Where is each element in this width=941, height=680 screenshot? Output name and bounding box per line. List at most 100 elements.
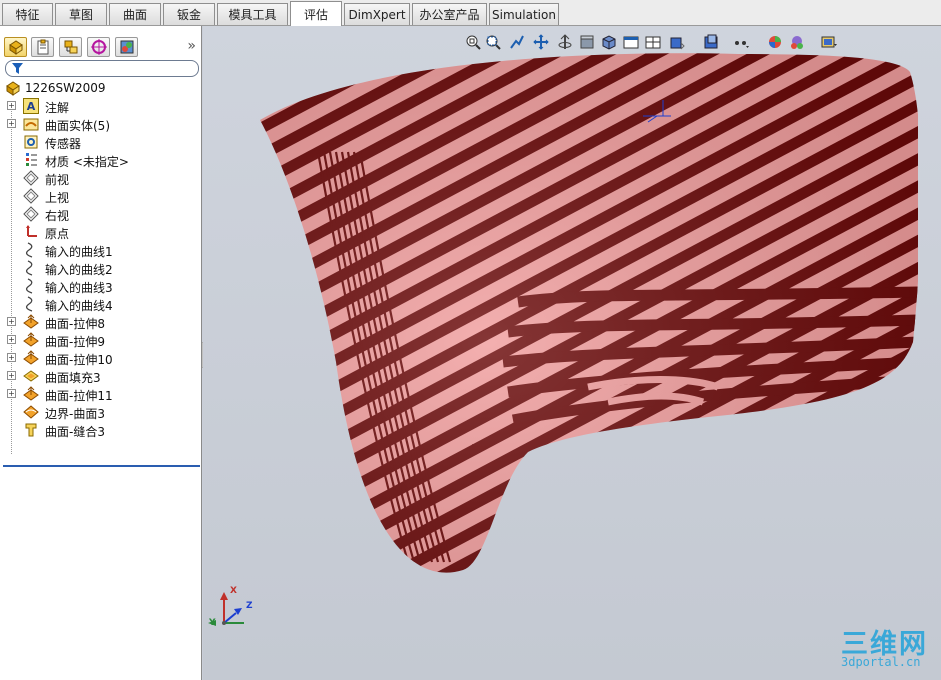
panel-expand-button[interactable]: » xyxy=(187,38,196,54)
part-icon xyxy=(6,81,20,96)
curve-icon xyxy=(23,278,39,294)
triad-z-label: Z xyxy=(246,601,253,611)
zebra-stripe-surface-model[interactable] xyxy=(258,42,918,587)
tab-dimxpert[interactable]: DimXpert xyxy=(344,3,410,25)
tree-item-surface-fill-3[interactable]: + 曲面填充3 xyxy=(0,367,200,385)
tab-features[interactable]: 特征 xyxy=(2,3,53,25)
dimxpertmanager-tab[interactable] xyxy=(87,37,110,57)
tree-item-origin[interactable]: 原点 xyxy=(0,223,200,241)
tree-item-label: 前视 xyxy=(45,173,70,187)
expand-toggle[interactable]: + xyxy=(7,101,16,110)
tree-item-knit-surface-3[interactable]: 曲面-缝合3 xyxy=(0,421,200,439)
tree-item-label: 输入的曲线1 xyxy=(45,245,113,259)
material-icon xyxy=(23,152,39,168)
tree-item-sensors[interactable]: 传感器 xyxy=(0,133,200,151)
tree-item-surface-extrude-10[interactable]: + 曲面-拉伸10 xyxy=(0,349,200,367)
tree-item-material[interactable]: 材质 <未指定> xyxy=(0,151,200,169)
expand-toggle[interactable]: + xyxy=(7,119,16,128)
triad-y-label: Y xyxy=(209,618,216,628)
configurationmanager-tab[interactable] xyxy=(59,37,82,57)
tree-item-label: 注解 xyxy=(45,101,70,115)
plane-icon xyxy=(23,170,39,186)
origin-icon xyxy=(23,224,39,240)
tree-item-annotations[interactable]: + A 注解 xyxy=(0,97,200,115)
sensor-icon xyxy=(23,134,39,150)
expand-toggle[interactable]: + xyxy=(7,335,16,344)
annotations-icon: A xyxy=(23,98,39,114)
tab-mold-tools[interactable]: 模具工具 xyxy=(217,3,288,25)
tree-item-label: 材质 <未指定> xyxy=(45,155,129,169)
surface-bodies-icon xyxy=(23,116,39,132)
graphics-viewport[interactable]: X Y Z 三维网 3dportal.cn xyxy=(203,26,941,680)
curve-icon xyxy=(23,242,39,258)
propertymanager-tab[interactable] xyxy=(31,37,54,57)
surface-extrude-icon xyxy=(23,350,39,366)
feature-filter-input[interactable] xyxy=(5,60,199,77)
triad-x-label: X xyxy=(230,586,237,596)
tree-item-label: 原点 xyxy=(45,227,70,241)
tree-item-label: 曲面实体(5) xyxy=(45,119,110,133)
featuremanager-tab[interactable] xyxy=(4,37,27,57)
tree-item-surface-extrude-11[interactable]: + 曲面-拉伸11 xyxy=(0,385,200,403)
tree-item-label: 输入的曲线2 xyxy=(45,263,113,277)
tree-item-label: 输入的曲线4 xyxy=(45,299,113,313)
boundary-surface-icon xyxy=(23,404,39,420)
plane-icon xyxy=(23,206,39,222)
surface-fill-icon xyxy=(23,368,39,384)
tree-item-surface-extrude-8[interactable]: + 曲面-拉伸8 xyxy=(0,313,200,331)
feature-manager-panel: » 1226SW2009 + A 注解 + 曲面实体(5) 传感器 材质 <未指… xyxy=(0,26,202,680)
surface-extrude-icon xyxy=(23,314,39,330)
command-manager-tabbar: 特征 草图 曲面 钣金 模具工具 评估 DimXpert 办公室产品 Simul… xyxy=(0,0,941,26)
plane-icon xyxy=(23,188,39,204)
expand-toggle[interactable]: + xyxy=(7,389,16,398)
tab-sheet-metal[interactable]: 钣金 xyxy=(163,3,215,25)
configurationmanager-icon xyxy=(64,40,77,54)
tree-item-surface-bodies[interactable]: + 曲面实体(5) xyxy=(0,115,200,133)
tree-item-surface-extrude-9[interactable]: + 曲面-拉伸9 xyxy=(0,331,200,349)
expand-toggle[interactable]: + xyxy=(7,353,16,362)
surface-extrude-icon xyxy=(23,386,39,402)
propertymanager-icon xyxy=(37,39,48,55)
watermark-logo: 三维网 3dportal.cn xyxy=(839,622,937,670)
expand-toggle[interactable]: + xyxy=(7,371,16,380)
tree-item-label: 曲面-拉伸11 xyxy=(45,389,113,403)
tree-item-curve-4[interactable]: 输入的曲线4 xyxy=(0,295,200,313)
tab-sketch[interactable]: 草图 xyxy=(55,3,107,25)
tab-evaluate[interactable]: 评估 xyxy=(290,1,342,26)
tree-item-label: 曲面-缝合3 xyxy=(45,425,105,439)
tree-item-curve-2[interactable]: 输入的曲线2 xyxy=(0,259,200,277)
tree-item-curve-1[interactable]: 输入的曲线1 xyxy=(0,241,200,259)
featuremanager-icon xyxy=(8,40,23,55)
tree-item-label: 上视 xyxy=(45,191,70,205)
tree-item-top-plane[interactable]: 上视 xyxy=(0,187,200,205)
displaymanager-icon xyxy=(120,40,133,54)
tree-item-label: 输入的曲线3 xyxy=(45,281,113,295)
tree-item-right-plane[interactable]: 右视 xyxy=(0,205,200,223)
rollback-bar[interactable] xyxy=(3,465,200,467)
tree-item-label: 曲面-拉伸9 xyxy=(45,335,105,349)
tab-simulation[interactable]: Simulation xyxy=(489,3,559,25)
tree-root[interactable]: 1226SW2009 xyxy=(0,79,200,97)
watermark-sub: 3dportal.cn xyxy=(841,655,921,669)
tree-item-label: 边界-曲面3 xyxy=(45,407,105,421)
curve-icon xyxy=(23,296,39,312)
tree-root-label: 1226SW2009 xyxy=(25,81,106,95)
tree-item-boundary-surface-3[interactable]: 边界-曲面3 xyxy=(0,403,200,421)
tree-item-front-plane[interactable]: 前视 xyxy=(0,169,200,187)
displaymanager-tab[interactable] xyxy=(115,37,138,57)
tree-item-label: 曲面-拉伸8 xyxy=(45,317,105,331)
knit-surface-icon xyxy=(23,422,39,438)
curve-icon xyxy=(23,260,39,276)
dimxpertmanager-icon xyxy=(90,39,107,55)
tab-surfaces[interactable]: 曲面 xyxy=(109,3,161,25)
panel-toolbar: » xyxy=(0,34,202,58)
reference-triad: X Y Z xyxy=(208,586,268,636)
surface-extrude-icon xyxy=(23,332,39,348)
tab-office-products[interactable]: 办公室产品 xyxy=(412,3,487,25)
tree-item-curve-3[interactable]: 输入的曲线3 xyxy=(0,277,200,295)
filter-icon xyxy=(12,63,23,74)
tree-item-label: 曲面填充3 xyxy=(45,371,101,385)
tree-item-label: 曲面-拉伸10 xyxy=(45,353,113,367)
tree-item-label: 右视 xyxy=(45,209,70,223)
expand-toggle[interactable]: + xyxy=(7,317,16,326)
